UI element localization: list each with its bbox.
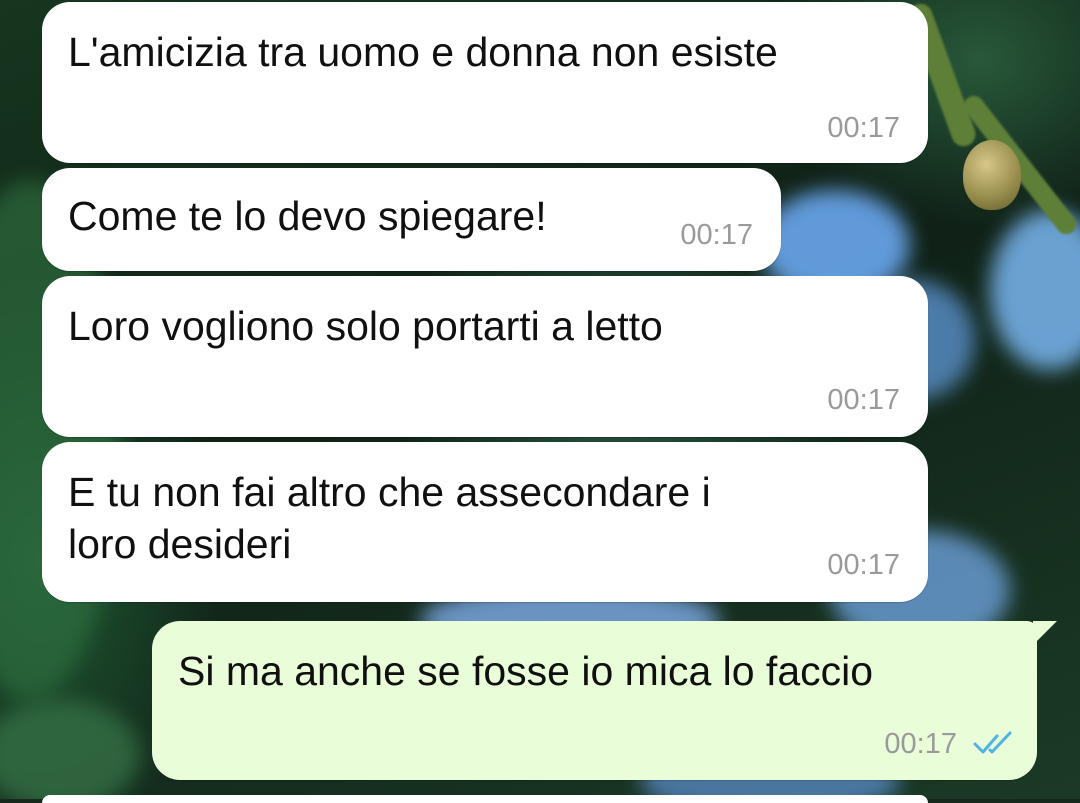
message-bubble-outgoing[interactable]: Si ma anche se fosse io mica lo faccio 0… — [152, 621, 1057, 780]
message-bubble-incoming[interactable]: E tu non fai altro che assecondare i lor… — [42, 442, 928, 602]
message-bubble-incoming[interactable]: Loro vogliono solo portarti a letto 00:1… — [42, 276, 928, 437]
message-text: Loro vogliono solo portarti a letto — [68, 303, 663, 349]
message-bubble-incoming[interactable]: L'amicizia tra uomo e donna non esiste 0… — [42, 2, 928, 163]
message-text: E tu non fai altro che assecondare i lor… — [68, 469, 711, 567]
message-timestamp: 00:17 — [827, 549, 900, 581]
message-timestamp: 00:17 — [827, 384, 900, 416]
message-text: Si ma anche se fosse io mica lo faccio — [178, 648, 874, 694]
bubble-tail — [1033, 621, 1057, 645]
message-bubble-partial[interactable] — [42, 795, 928, 803]
message-timestamp: 00:17 — [680, 219, 753, 251]
message-text: Come te lo devo spiegare! — [68, 193, 547, 239]
message-bubble-incoming[interactable]: Come te lo devo spiegare! 00:17 — [42, 168, 781, 271]
message-timestamp: 00:17 — [884, 728, 957, 760]
message-text: L'amicizia tra uomo e donna non esiste — [68, 29, 778, 75]
message-timestamp: 00:17 — [827, 112, 900, 144]
double-check-icon — [973, 731, 1012, 754]
